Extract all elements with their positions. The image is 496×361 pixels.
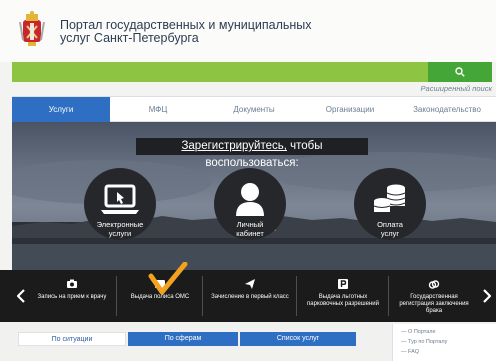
side-links-panel: — О Портале — Тур по Порталу — FAQ [392, 324, 496, 361]
parking-icon [338, 279, 348, 289]
link-portal-tour[interactable]: — Тур по Порталу [401, 339, 447, 345]
tab-legislation[interactable]: Законодательство [398, 97, 496, 122]
carousel-prev-button[interactable] [14, 270, 28, 322]
divider [296, 276, 297, 316]
chevron-left-icon [17, 289, 25, 303]
header: Портал государственных и муниципальных у… [0, 0, 496, 62]
service-parking-permits[interactable]: Выдача льготных парковочных разрешений [302, 270, 384, 322]
tab-services[interactable]: Услуги [12, 97, 110, 122]
search-icon [455, 67, 465, 77]
service-label: Зачисление в первый класс [211, 294, 289, 300]
coat-of-arms-icon[interactable] [19, 10, 45, 48]
service-label: Государственная регистрация заключения б… [399, 294, 469, 314]
payment-circle[interactable]: Оплата услуг [354, 168, 426, 240]
search-button[interactable] [428, 62, 492, 82]
portal-page: Портал государственных и муниципальных у… [0, 0, 496, 361]
paper-plane-icon [245, 279, 255, 289]
service-doctor-appointment[interactable]: Запись на прием к врачу [32, 270, 112, 322]
hero-banner: Зарегистрируйтесь, чтобы воспользоваться… [12, 122, 496, 274]
divider [388, 276, 389, 316]
divider [202, 276, 203, 316]
link-faq[interactable]: — FAQ [401, 349, 419, 355]
carousel-next-button[interactable] [480, 270, 494, 322]
rings-icon [428, 280, 440, 289]
personal-account-label: Личный кабинет [236, 220, 264, 238]
tab-by-situation[interactable]: По ситуации [18, 332, 126, 346]
tab-mfc[interactable]: МФЦ [110, 97, 206, 122]
service-first-grade-enrollment[interactable]: Зачисление в первый класс [208, 270, 292, 322]
chevron-right-icon [483, 289, 491, 303]
service-marriage-registration[interactable]: Государственная регистрация заключения б… [394, 270, 474, 322]
portal-title-line2: услуг Санкт-Петербурга [60, 31, 199, 45]
search-input[interactable] [12, 62, 428, 82]
divider [116, 276, 117, 316]
personal-account-circle[interactable]: Личный кабинет [214, 168, 286, 240]
payment-label: Оплата услуг [377, 220, 403, 238]
tab-organizations[interactable]: Организации [302, 97, 398, 122]
extended-search-link[interactable]: Расширенный поиск [360, 84, 492, 93]
e-services-circle[interactable]: Электронные услуги [84, 168, 156, 240]
tab-service-list[interactable]: Список услуг [240, 332, 356, 346]
service-label: Запись на прием к врачу [37, 294, 107, 300]
tab-documents[interactable]: Документы [206, 97, 302, 122]
camera-icon [67, 279, 77, 288]
portal-title[interactable]: Портал государственных и муниципальных у… [60, 19, 360, 45]
e-services-label: Электронные услуги [96, 220, 144, 238]
link-about-portal[interactable]: — О Портале [401, 329, 436, 335]
checkmark-icon [148, 262, 188, 295]
tab-by-sphere[interactable]: По сферам [128, 332, 238, 346]
register-link[interactable]: Зарегистрируйтесь, [181, 140, 287, 152]
register-banner[interactable]: Зарегистрируйтесь, чтобы воспользоваться… [136, 138, 368, 169]
main-nav: Услуги МФЦ Документы Организации Законод… [12, 96, 496, 122]
service-label: Выдача льготных парковочных разрешений [307, 294, 379, 307]
